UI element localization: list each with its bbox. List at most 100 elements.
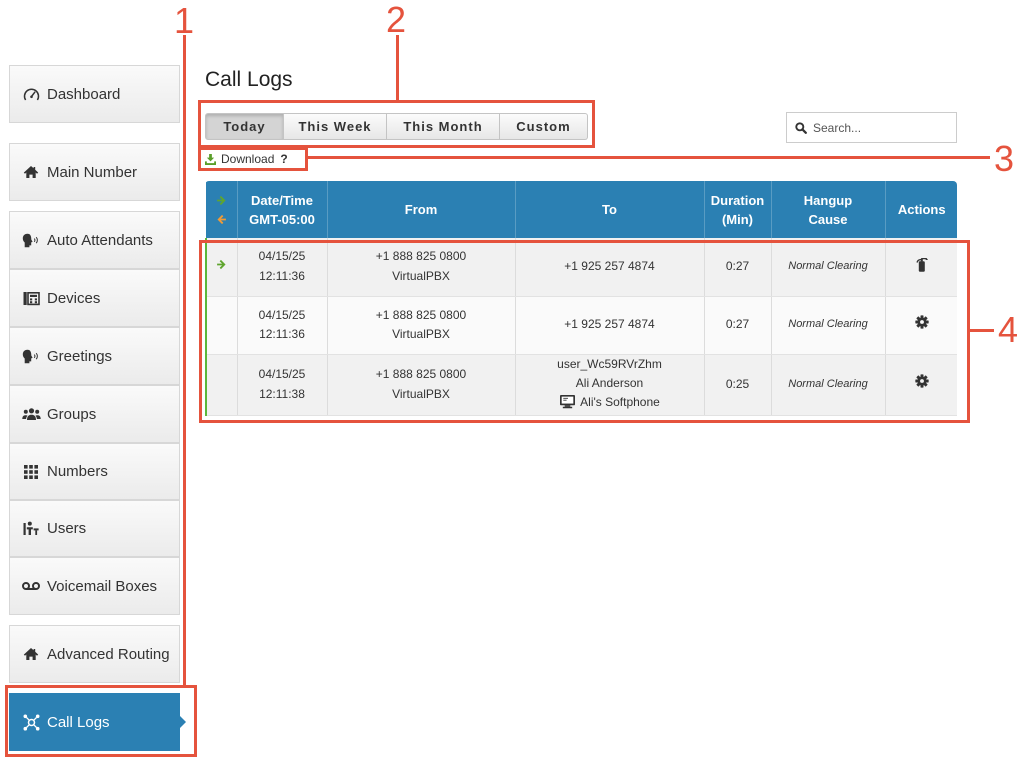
annotation-line-2 (396, 35, 399, 101)
actions-header: Actions (884, 181, 957, 238)
outbound-arrow-icon (216, 210, 227, 229)
user-desk-icon (20, 520, 42, 538)
speaking-head-icon (20, 231, 42, 249)
datetime-header-line2: GMT-05:00 (249, 211, 315, 227)
sidebar-item-label: Numbers (47, 463, 108, 480)
call-date: 04/15/25 (258, 249, 306, 264)
datetime-cell: 04/15/25 12:11:36 (237, 238, 328, 297)
tab-today[interactable]: Today (205, 113, 284, 140)
network-icon (20, 713, 42, 731)
duration-cell: 0:27 (704, 238, 772, 297)
hangup-cause-cell: Normal Clearing (771, 296, 886, 355)
call-logs-table: Date/Time GMT-05:00 From To Duration (Min)… (205, 181, 957, 416)
from-cell: +1 888 825 0800 VirtualPBX (327, 354, 516, 416)
download-link[interactable]: Download ? (205, 152, 288, 166)
to-cell: user_Wc59RVrZhm Ali Anderson Ali's Softp… (515, 354, 705, 416)
duration-cell: 0:27 (704, 296, 772, 355)
sidebar-item-numbers[interactable]: Numbers (9, 443, 180, 500)
sidebar-item-users[interactable]: Users (9, 500, 180, 557)
from-name: VirtualPBX (392, 327, 450, 341)
sidebar-item-devices[interactable]: Devices (9, 269, 180, 327)
sidebar-item-advanced-routing[interactable]: Advanced Routing (9, 625, 180, 683)
hangup-header-line1: Hangup (803, 192, 853, 208)
call-time: 12:11:36 (259, 268, 305, 283)
sidebar-item-label: Dashboard (47, 85, 121, 103)
to-device-name: Ali's Softphone (580, 394, 660, 409)
direction-cell (205, 296, 238, 355)
sidebar-item-dashboard[interactable]: Dashboard (9, 65, 180, 123)
hangup-cause-cell: Normal Clearing (771, 238, 886, 297)
duration-header: Duration (Min) (703, 181, 771, 238)
to-number: +1 925 257 4874 (564, 317, 655, 332)
tab-this-month[interactable]: This Month (387, 113, 500, 140)
datetime-header-line1: Date/Time (251, 192, 313, 208)
sidebar-item-auto-attendants[interactable]: Auto Attendants (9, 211, 180, 269)
tab-this-week[interactable]: This Week (284, 113, 387, 140)
softphone-icon (559, 394, 576, 415)
datetime-header: Date/Time GMT-05:00 (236, 181, 327, 238)
sidebar-item-label: Call Logs (47, 713, 110, 731)
table-header-row: Date/Time GMT-05:00 From To Duration (Min)… (206, 181, 957, 238)
direction-cell (205, 238, 238, 297)
from-name: VirtualPBX (392, 268, 450, 283)
sidebar-item-main-number[interactable]: Main Number (9, 143, 180, 201)
sidebar-item-label: Advanced Routing (47, 645, 170, 663)
users-group-icon (20, 405, 42, 423)
call-time: 12:11:38 (259, 386, 305, 401)
from-number: +1 888 825 0800 (375, 307, 467, 322)
hangup-header: Hangup Cause (770, 181, 885, 238)
duration-header-line2: (Min) (721, 211, 754, 227)
duration-cell: 0:25 (704, 354, 772, 416)
call-time: 12:11:36 (259, 327, 305, 341)
tab-custom[interactable]: Custom (500, 113, 588, 140)
download-help[interactable]: ? (280, 152, 287, 166)
hangup-header-line2: Cause (808, 211, 848, 227)
speaking-head-icon (20, 347, 42, 365)
home-icon (20, 163, 42, 181)
voicemail-icon (20, 577, 42, 595)
gear-icon[interactable] (914, 315, 929, 336)
call-date: 04/15/25 (258, 367, 306, 381)
to-cell: +1 925 257 4874 (515, 296, 705, 355)
to-header: To (514, 181, 704, 238)
gear-icon[interactable] (914, 374, 929, 395)
download-icon (205, 153, 216, 165)
to-cell: +1 925 257 4874 (515, 238, 705, 297)
annotation-label-3: 3 (994, 138, 1015, 179)
from-name: VirtualPBX (392, 386, 450, 401)
search-icon (795, 121, 807, 134)
call-date: 04/15/25 (258, 307, 306, 322)
to-number: +1 925 257 4874 (564, 259, 655, 273)
home-icon (20, 645, 42, 663)
download-label[interactable]: Download (221, 152, 274, 166)
annotation-line-1 (183, 35, 186, 686)
table-row: 04/15/25 12:11:38 +1 888 825 0800 VirtualP… (205, 354, 957, 416)
to-user-id: user_Wc59RVrZhm (557, 356, 662, 371)
datetime-cell: 04/15/25 12:11:36 (237, 296, 328, 355)
from-number: +1 888 825 0800 (375, 249, 467, 264)
search-box (786, 112, 957, 143)
sidebar-item-voicemail-boxes[interactable]: Voicemail Boxes (9, 557, 180, 615)
grid-icon (20, 463, 42, 481)
sidebar-item-call-logs[interactable]: Call Logs (9, 693, 186, 751)
dashboard-gauge-icon (20, 85, 42, 103)
inbound-arrow-icon (216, 257, 227, 277)
inbound-arrow-icon (216, 191, 227, 210)
sidebar-item-groups[interactable]: Groups (9, 385, 180, 443)
annotation-line-3 (306, 156, 990, 159)
sidebar-item-label: Auto Attendants (47, 231, 153, 249)
annotation-label-1: 1 (174, 0, 195, 41)
sidebar-item-label: Main Number (47, 163, 138, 181)
from-header: From (326, 181, 515, 238)
sidebar-item-greetings[interactable]: Greetings (9, 327, 180, 385)
annotation-label-4: 4 (998, 309, 1019, 350)
hangup-cause-cell: Normal Clearing (771, 354, 886, 416)
fire-extinguisher-icon[interactable] (915, 256, 929, 279)
from-cell: +1 888 825 0800 VirtualPBX (327, 238, 516, 297)
sidebar-item-label: Greetings (47, 347, 113, 365)
page-title: Call Logs (205, 68, 293, 91)
table-row: 04/15/25 12:11:36 +1 888 825 0800 VirtualP… (205, 296, 957, 355)
datetime-cell: 04/15/25 12:11:38 (237, 354, 328, 416)
actions-cell (885, 238, 957, 297)
search-input[interactable] (813, 120, 943, 135)
